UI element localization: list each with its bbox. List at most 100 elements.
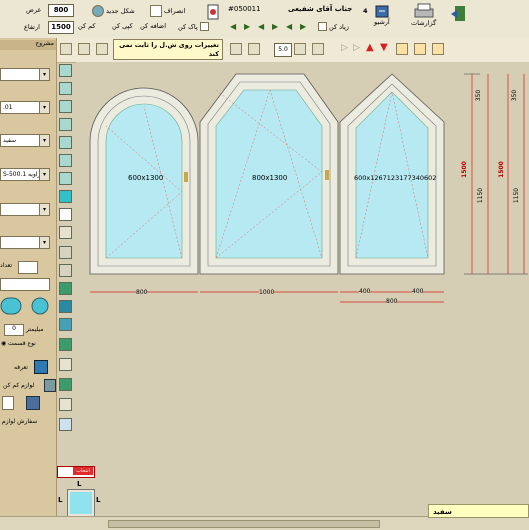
color-dropdown[interactable]: سفید ▾ — [0, 134, 50, 147]
arrow-first-icon[interactable]: ◀ — [286, 22, 292, 31]
louver-tool-icon[interactable] — [59, 246, 72, 259]
trash-icon[interactable] — [59, 398, 72, 411]
dim-bottom-5: 800 — [386, 298, 398, 305]
new-shape-label: شکل جدید — [106, 7, 135, 15]
split-tool-icon[interactable] — [96, 43, 108, 55]
shape-buttons — [0, 297, 49, 315]
horizontal-scrollbar[interactable] — [108, 520, 380, 528]
color-value: سفید — [3, 137, 17, 144]
new-shape-button[interactable]: شکل جدید — [92, 5, 135, 17]
zoom-in-button[interactable]: زیاد کن — [318, 22, 349, 31]
count-input[interactable] — [18, 261, 38, 274]
accessories-icon[interactable] — [44, 379, 56, 392]
add-button[interactable]: اضافه کن — [140, 22, 166, 30]
radio-icon[interactable]: ◉ — [1, 340, 6, 347]
chevron-down-icon: ▾ — [39, 169, 49, 180]
new-button[interactable] — [205, 4, 221, 20]
mini-label-left: L — [58, 496, 63, 504]
reports-button[interactable]: گزارشات — [411, 3, 436, 27]
exit-button[interactable] — [449, 4, 469, 24]
open-left-tool-icon[interactable] — [59, 136, 72, 149]
sash-tool-icon[interactable] — [59, 64, 72, 77]
paste-frame-icon[interactable] — [414, 43, 426, 55]
arch-tool-icon[interactable] — [59, 378, 72, 391]
pencil-icon[interactable] — [230, 43, 242, 55]
ruler-icon[interactable] — [248, 43, 260, 55]
panel-tool-icon[interactable] — [59, 226, 72, 239]
play-right-icon[interactable]: ▷ — [353, 43, 360, 53]
window-3-size: 600x1267123177340602 — [354, 174, 437, 182]
profile-dropdown[interactable]: ▾ — [0, 68, 50, 81]
width-input[interactable]: 800 — [48, 4, 74, 17]
mullion-tool-icon[interactable] — [59, 282, 72, 295]
notes-input[interactable] — [0, 278, 50, 291]
clear-label: پاک کن — [178, 22, 198, 31]
width-label: عرض — [26, 6, 42, 14]
cancel-button[interactable]: انصراف — [150, 5, 185, 17]
arrow-last-icon[interactable]: ▶ — [300, 22, 306, 31]
mirror-frame-icon[interactable] — [432, 43, 444, 55]
drawing-canvas[interactable]: 600x1300 800x1300 600x1267123177340602 8… — [76, 62, 529, 504]
selection-tag: انتخاب — [57, 466, 95, 478]
blank-panel-tool-icon[interactable] — [59, 208, 72, 221]
tariff-icon[interactable] — [34, 360, 48, 374]
red-up-arrow-icon[interactable]: ▲ — [366, 42, 374, 53]
zoom-input[interactable]: 5.0 — [274, 43, 292, 57]
play-left-icon[interactable]: ▷ — [341, 43, 348, 53]
order-label: جناب آقای شفیعی — [288, 5, 353, 13]
open-right-tool-icon[interactable] — [59, 154, 72, 167]
double-sash-tool-icon[interactable] — [59, 172, 72, 185]
dim-right-b: 350 — [475, 89, 483, 102]
window-2-handle-icon — [325, 170, 329, 180]
page-number: 4 — [363, 7, 368, 15]
info-tool-icon[interactable] — [59, 418, 72, 431]
red-down-arrow-icon[interactable]: ▼ — [380, 42, 388, 53]
arrow-down-icon[interactable]: ▶ — [272, 22, 278, 31]
arrow-up-icon[interactable]: ◀ — [258, 22, 264, 31]
turn-tool-icon[interactable] — [59, 100, 72, 113]
zoom-out-button[interactable]: کم کن — [78, 22, 96, 30]
arrow-right-icon[interactable]: ▶ — [244, 22, 250, 31]
zoom-in-label: زیاد کن — [329, 22, 349, 31]
copy-frame-icon[interactable] — [396, 43, 408, 55]
mm-input[interactable]: 0 — [4, 324, 24, 336]
profile-code-dropdown[interactable]: S-500.1 زاویه ▾ — [0, 168, 50, 181]
copy-button[interactable]: کپی کن — [112, 22, 133, 30]
handle-dropdown[interactable]: ▾ — [0, 236, 50, 249]
mm-label: میلیمتر — [26, 326, 44, 333]
zoom-in-icon — [318, 22, 327, 31]
mini-preview[interactable] — [68, 490, 94, 516]
window-drawing — [89, 73, 528, 303]
series-dropdown[interactable]: .01 ▾ — [0, 101, 50, 114]
mini-label-top: L — [77, 480, 82, 488]
clear-button[interactable]: پاک کن — [178, 22, 209, 31]
spinner-input[interactable] — [2, 396, 14, 410]
tool-column — [57, 62, 75, 432]
grid-tool-icon[interactable] — [59, 264, 72, 277]
tariff-label: تعرفه — [14, 364, 28, 371]
archive-button[interactable]: آرشیو — [374, 5, 390, 26]
bar-tool-icon[interactable] — [59, 318, 72, 331]
select-tool-icon[interactable] — [60, 43, 72, 55]
transom-tool-icon[interactable] — [59, 300, 72, 313]
dim-bottom-4: 400 — [412, 288, 424, 295]
tilt-tool-icon[interactable] — [59, 82, 72, 95]
copy-label: کپی کن — [112, 22, 133, 30]
selection-tag-text: انتخاب — [73, 467, 93, 475]
fixed-glass-tool-icon[interactable] — [59, 190, 72, 203]
archive-label: آرشیو — [374, 18, 390, 26]
arrow-left-icon[interactable]: ◀ — [230, 22, 236, 31]
add-label: اضافه کن — [140, 22, 167, 30]
circle-shape-icon[interactable] — [31, 297, 49, 315]
frame-tool-icon[interactable] — [78, 43, 90, 55]
height-input[interactable]: 1500 — [48, 21, 74, 34]
net-tool-icon[interactable] — [59, 338, 72, 351]
arch-shape-icon[interactable] — [0, 297, 22, 315]
handle-tool-icon[interactable] — [59, 358, 72, 371]
zoom-out-label: کم کن — [78, 22, 96, 30]
glass-dropdown[interactable]: ▾ — [0, 203, 50, 216]
order-icon[interactable] — [26, 396, 40, 410]
wand-icon[interactable] — [312, 43, 324, 55]
glass-tool-icon[interactable] — [294, 43, 306, 55]
tilt-turn-tool-icon[interactable] — [59, 118, 72, 131]
